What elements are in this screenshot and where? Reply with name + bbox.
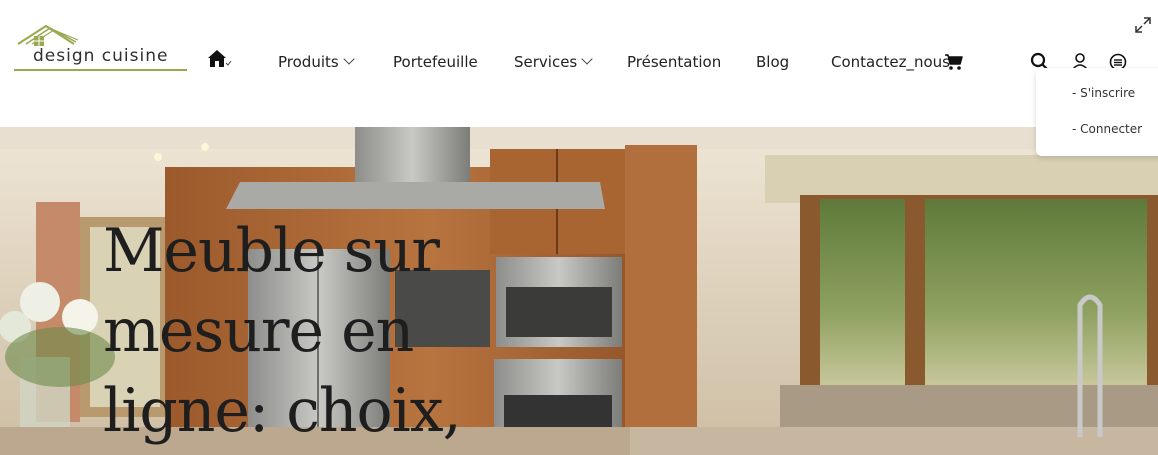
expand-icon[interactable] (1134, 16, 1152, 34)
nav-item-label: Produits (278, 53, 339, 71)
chevron-down-icon (581, 53, 593, 65)
logo-underline (14, 69, 187, 71)
nav-item-presentation[interactable]: Présentation (627, 52, 721, 72)
register-link[interactable]: - S'inscrire (1072, 86, 1135, 100)
login-link[interactable]: - Connecter (1072, 122, 1142, 136)
account-dropdown: - S'inscrire - Connecter (1036, 68, 1158, 156)
logo-text: design cuisine (33, 46, 169, 66)
cart-icon[interactable] (944, 53, 964, 71)
home-icon[interactable] (207, 49, 233, 69)
nav-item-label: Présentation (627, 53, 722, 71)
nav-item-label: Blog (756, 53, 790, 71)
site-header: design cuisine Produits Portefeuille Ser… (0, 0, 1158, 127)
nav-item-produits[interactable]: Produits (278, 52, 355, 72)
hero-banner: Meuble sur mesure en ligne: choix, (0, 127, 1158, 455)
nav-item-label: Services (514, 53, 578, 71)
nav-item-label: Portefeuille (393, 53, 478, 71)
hero-title: Meuble sur mesure en ligne: choix, (103, 216, 462, 446)
nav-item-blog[interactable]: Blog (756, 52, 789, 72)
nav-item-contactez-nous[interactable]: Contactez_nous (831, 52, 950, 72)
nav-item-portefeuille[interactable]: Portefeuille (393, 52, 478, 72)
chevron-down-icon (343, 53, 355, 65)
nav-item-label: Contactez_nous (831, 53, 950, 71)
logo[interactable]: design cuisine (14, 24, 190, 74)
nav-item-services[interactable]: Services (514, 52, 593, 72)
